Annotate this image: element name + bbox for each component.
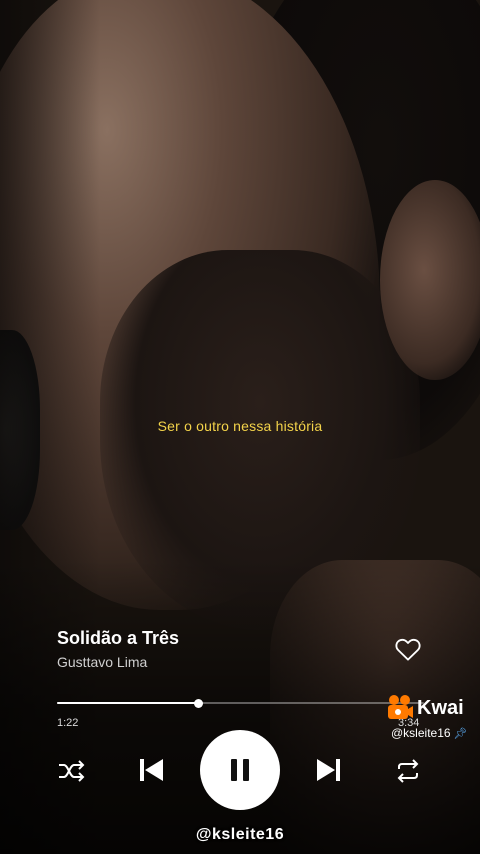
elapsed-time: 1:22: [57, 717, 79, 729]
playback-controls: [0, 730, 480, 810]
lyric-line: Ser o outro nessa história: [157, 418, 323, 434]
heart-icon: [395, 638, 421, 661]
shuffle-icon: [59, 760, 85, 782]
progress-handle[interactable]: [193, 699, 203, 708]
previous-button[interactable]: [136, 754, 166, 786]
background-ear: [380, 180, 480, 380]
repeat-button[interactable]: [392, 758, 424, 784]
shuffle-button[interactable]: [56, 758, 88, 784]
track-artist[interactable]: Gusttavo Lima: [57, 654, 147, 670]
skip-previous-icon: [140, 759, 163, 781]
next-button[interactable]: [314, 754, 344, 786]
play-pause-button[interactable]: [200, 730, 280, 810]
progress-bar[interactable]: [57, 699, 424, 708]
kwai-logo-icon: [388, 695, 413, 719]
pause-icon: [231, 759, 249, 781]
video-player-screen: Ser o outro nessa história Solidão a Trê…: [0, 0, 480, 854]
track-title: Solidão a Três: [57, 628, 180, 648]
creator-watermark: @ksleite16: [195, 826, 285, 843]
kwai-brand-name: Kwai: [417, 696, 464, 719]
like-button[interactable]: [393, 634, 423, 664]
kwai-watermark: Kwai: [386, 694, 464, 722]
progress-fill: [57, 702, 198, 704]
skip-next-icon: [317, 759, 340, 781]
repeat-icon: [397, 759, 419, 783]
